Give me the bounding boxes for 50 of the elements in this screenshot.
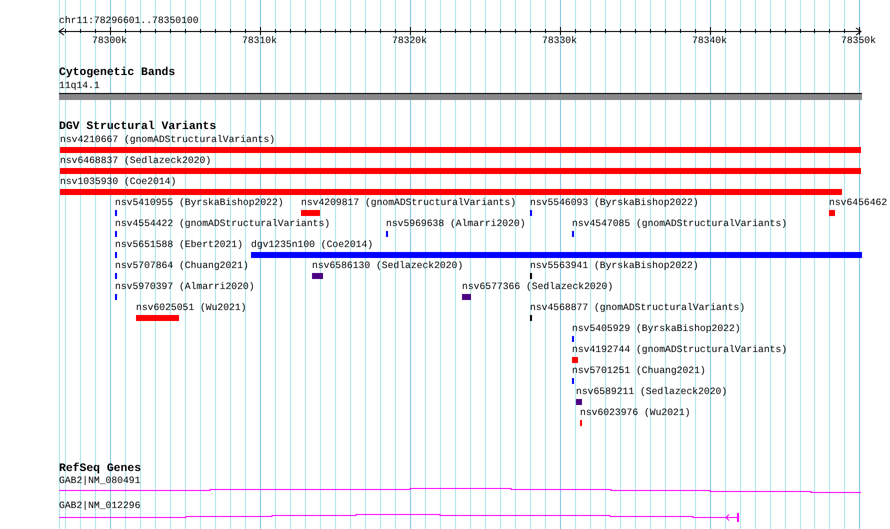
variant-label[interactable]: nsv5701251 (Chuang2021) — [572, 365, 706, 376]
variant-label[interactable]: nsv4554422 (gnomADStructuralVariants) — [115, 218, 330, 229]
tick-label: 78310k — [242, 35, 277, 46]
tick-label: 78350k — [841, 35, 876, 46]
gene-label[interactable]: GAB2|NM_012296 — [59, 500, 140, 511]
tick-label: 78340k — [692, 35, 727, 46]
gene-model[interactable] — [58, 488, 862, 493]
variant-label[interactable]: nsv4210667 (gnomADStructuralVariants) — [60, 134, 276, 145]
variant-label[interactable]: nsv4209817 (gnomADStructuralVariants) — [301, 197, 516, 208]
variant-label[interactable]: nsv6577366 (Sedlazeck2020) — [462, 281, 614, 292]
track-title: RefSeq Genes — [59, 463, 142, 475]
tick-label: 78300k — [92, 35, 127, 46]
track-title: Cytogenetic Bands — [59, 67, 176, 79]
variant-bar[interactable] — [60, 168, 861, 174]
variant-label[interactable]: nsv5969638 (Almarri2020) — [386, 218, 526, 229]
variant-label[interactable]: nsv5970397 (Almarri2020) — [115, 281, 255, 292]
variant-label[interactable]: nsv4192744 (gnomADStructuralVariants) — [572, 344, 788, 355]
tick-label: 78330k — [542, 35, 577, 46]
variant-bar[interactable] — [312, 273, 323, 279]
variant-label[interactable]: nsv4568877 (gnomADStructuralVariants) — [530, 302, 746, 313]
variant-label[interactable]: nsv6023976 (Wu2021) — [580, 407, 690, 418]
variant-bar[interactable] — [462, 294, 471, 300]
variant-bar[interactable] — [60, 147, 861, 153]
variant-bar[interactable] — [60, 189, 842, 195]
variant-bar[interactable] — [301, 210, 320, 216]
track-title: DGV Structural Variants — [59, 121, 216, 133]
variant-label[interactable]: nsv4547085 (gnomADStructuralVariants) — [572, 218, 788, 229]
variant-bar[interactable] — [576, 399, 582, 405]
ruler-label: chr11:78296601..78350100 — [59, 15, 199, 26]
variant-bar[interactable] — [829, 210, 835, 216]
band-label: 11q14.1 — [59, 80, 100, 91]
variant-bar[interactable] — [251, 252, 862, 258]
variant-label[interactable]: dgv1235n100 (Coe2014) — [251, 239, 374, 250]
variant-label[interactable]: nsv5563941 (ByrskaBishop2022) — [530, 260, 699, 271]
variant-label[interactable]: nsv5651588 (Ebert2021) — [115, 239, 243, 250]
tick-label: 78320k — [392, 35, 427, 46]
variant-label[interactable]: nsv6468837 (Sedlazeck2020) — [60, 155, 212, 166]
variant-label[interactable]: nsv6025051 (Wu2021) — [136, 302, 246, 313]
variant-label[interactable]: nsv6589211 (Sedlazeck2020) — [576, 386, 728, 397]
variant-label[interactable]: nsv5546093 (ByrskaBishop2022) — [530, 197, 699, 208]
variant-label[interactable]: nsv5707864 (Chuang2021) — [115, 260, 249, 271]
variant-label[interactable]: nsv1035930 (Coe2014) — [60, 176, 176, 187]
variant-label[interactable]: nsv6456462 — [829, 197, 888, 208]
gene-model[interactable] — [58, 513, 739, 522]
gene-label[interactable]: GAB2|NM_080491 — [59, 475, 140, 486]
variant-bar[interactable] — [572, 357, 578, 363]
variant-label[interactable]: nsv5410955 (ByrskaBishop2022) — [115, 197, 284, 208]
variant-label[interactable]: nsv5405929 (ByrskaBishop2022) — [572, 323, 741, 334]
variant-label[interactable]: nsv6586130 (Sedlazeck2020) — [312, 260, 464, 271]
variant-bar[interactable] — [136, 315, 179, 321]
